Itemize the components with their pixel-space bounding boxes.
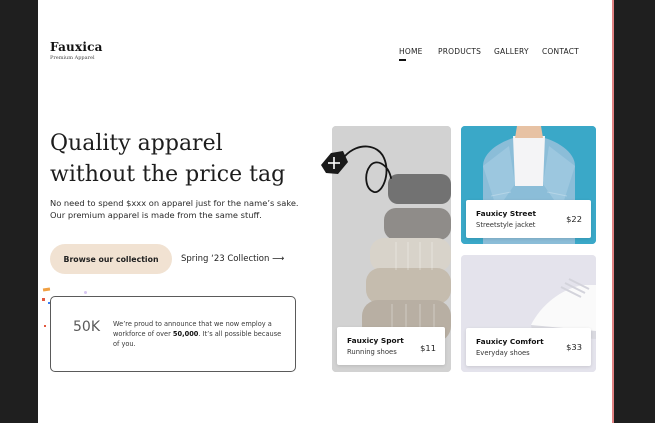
product-subtitle: Streetstyle jacket xyxy=(476,221,536,229)
hero-title-line-2: without the price tag xyxy=(50,162,286,187)
product-info-street: Fauxicy Street Streetstyle jacket $22 xyxy=(466,200,591,238)
hero-description: No need to spend $xxx on apparel just fo… xyxy=(50,197,310,221)
product-info-sport: Fauxicy Sport Running shoes $11 xyxy=(337,327,445,365)
nav-item-contact[interactable]: CONTACT xyxy=(542,47,579,56)
product-name: Fauxicy Comfort xyxy=(476,337,544,346)
nav-item-gallery[interactable]: GALLERY xyxy=(494,47,529,56)
hero-title-line-1: Quality apparel xyxy=(50,131,223,156)
stat-number: 50K xyxy=(73,319,100,335)
hero-title: Quality apparel without the price tag xyxy=(50,128,300,190)
main-nav: HOME PRODUCTS GALLERY CONTACT xyxy=(38,47,614,63)
nav-item-products[interactable]: PRODUCTS xyxy=(438,47,481,56)
spring-collection-link[interactable]: Spring ‘23 Collection ⟶ xyxy=(181,254,284,264)
landing-page: Fauxica Premium Apparel HOME PRODUCTS GA… xyxy=(38,0,614,423)
confetti-piece xyxy=(84,291,87,294)
product-subtitle: Everyday shoes xyxy=(476,349,530,357)
product-subtitle: Running shoes xyxy=(347,348,397,356)
stat-card: 50K We’re proud to announce that we now … xyxy=(50,296,296,372)
stat-description: We’re proud to announce that we now empl… xyxy=(113,319,285,349)
confetti-piece xyxy=(44,325,46,327)
product-card-comfort[interactable]: Fauxicy Comfort Everyday shoes $33 xyxy=(461,255,596,372)
hero-description-line-2: Our premium apparel is made from the sam… xyxy=(50,210,262,220)
product-price: $33 xyxy=(566,342,582,352)
confetti-piece xyxy=(42,287,51,292)
confetti-piece xyxy=(42,298,45,301)
product-price: $22 xyxy=(566,214,582,224)
product-price: $11 xyxy=(420,343,436,353)
product-info-comfort: Fauxicy Comfort Everyday shoes $33 xyxy=(466,328,591,366)
nav-item-home[interactable]: HOME xyxy=(399,47,423,61)
price-tag-icon xyxy=(321,145,392,193)
browse-collection-button[interactable]: Browse our collection xyxy=(50,244,172,274)
product-card-street[interactable]: Fauxicy Street Streetstyle jacket $22 xyxy=(461,126,596,244)
hero-description-line-1: No need to spend $xxx on apparel just fo… xyxy=(50,198,299,208)
frame-edge xyxy=(612,0,614,423)
product-name: Fauxicy Sport xyxy=(347,336,404,345)
product-name: Fauxicy Street xyxy=(476,209,536,218)
stat-text-bold: 50,000 xyxy=(172,330,199,338)
